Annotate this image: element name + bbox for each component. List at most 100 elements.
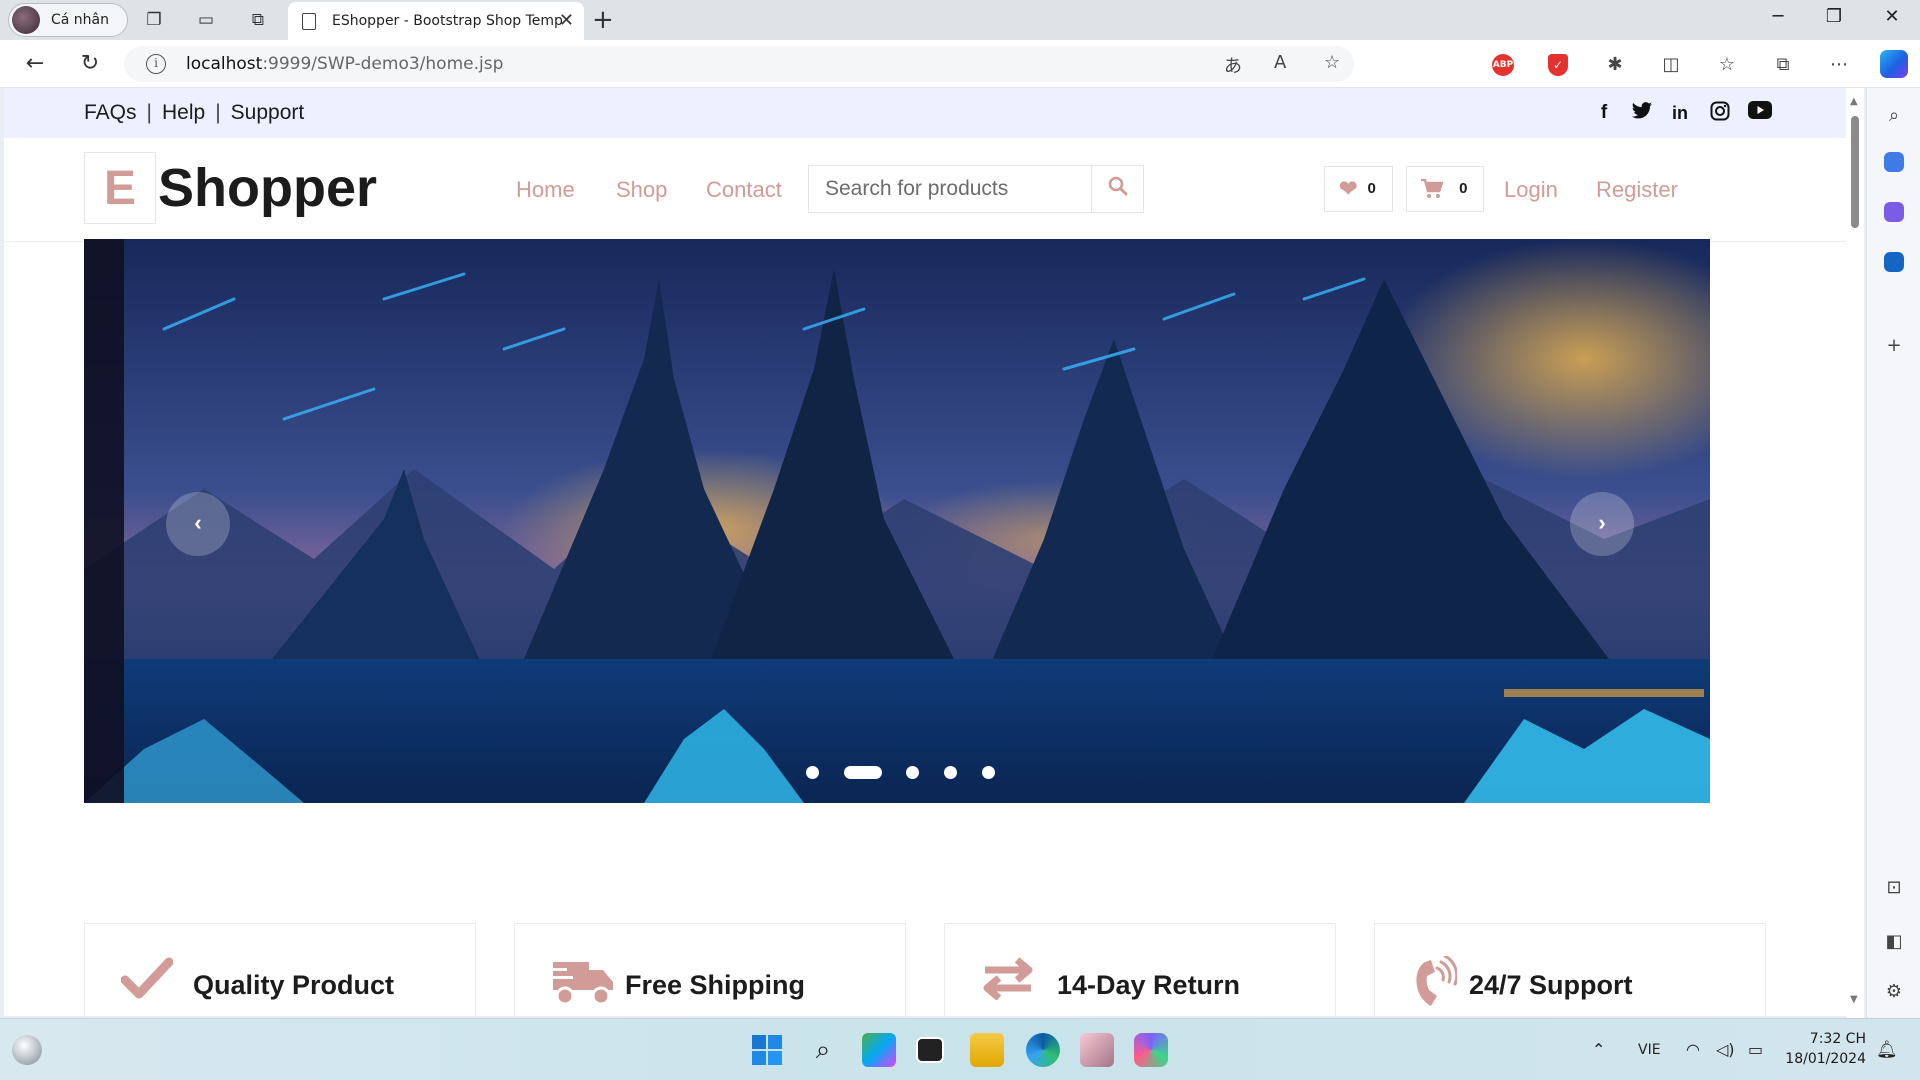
shield-extension-icon[interactable]: ✓: [1548, 54, 1568, 76]
nav-home[interactable]: Home: [516, 138, 575, 242]
clock-date: 18/01/2024: [1785, 1051, 1866, 1067]
carousel-prev-button[interactable]: ‹: [166, 492, 230, 556]
read-aloud-icon[interactable]: A: [1274, 52, 1286, 73]
search-button[interactable]: [1091, 166, 1143, 212]
logo-letter[interactable]: E: [84, 152, 156, 224]
url-text[interactable]: localhost:9999/SWP-demo3/home.jsp: [186, 46, 503, 82]
translate-icon[interactable]: あ: [1224, 52, 1242, 78]
shipping-truck-icon: [551, 956, 615, 1016]
start-windows-icon[interactable]: [750, 1033, 784, 1067]
notification-bell-icon[interactable]: 🔔︎: [1876, 1019, 1898, 1080]
back-icon[interactable]: ←: [20, 50, 50, 78]
wishlist-button[interactable]: ❤ 0: [1324, 166, 1393, 212]
check-icon: [120, 956, 174, 1012]
split-screen-icon[interactable]: ◫: [1658, 52, 1684, 78]
app-avatar-icon[interactable]: [1080, 1033, 1114, 1067]
scrollbar-thumb[interactable]: [1851, 116, 1859, 228]
nav-contact[interactable]: Contact: [706, 138, 782, 242]
nav-shop[interactable]: Shop: [616, 138, 667, 242]
heart-icon: ❤: [1339, 176, 1358, 202]
search-input[interactable]: [809, 166, 1093, 212]
exchange-arrows-icon: [981, 956, 1035, 1012]
wishlist-count: 0: [1367, 180, 1376, 197]
tab-eshopper[interactable]: EShopper - Bootstrap Shop Temp ✕: [288, 2, 584, 40]
more-menu-icon[interactable]: ⋯: [1826, 52, 1852, 78]
web-page: FAQs | Help | Support f in E Shopper Home Sh…: [4, 88, 1846, 1016]
carousel-dot[interactable]: [906, 766, 919, 779]
outlook-icon[interactable]: [1884, 252, 1904, 272]
add-sidebar-app-icon[interactable]: +: [1880, 332, 1908, 360]
carousel-dot[interactable]: [982, 766, 995, 779]
help-link[interactable]: Help: [162, 101, 205, 124]
file-explorer-icon[interactable]: [970, 1033, 1004, 1067]
copilot-taskbar-icon[interactable]: [862, 1033, 896, 1067]
instagram-icon[interactable]: [1708, 101, 1732, 125]
carousel-dot[interactable]: [944, 766, 957, 779]
collections-tab-icon[interactable]: ⧉: [246, 8, 270, 32]
task-view-icon[interactable]: [916, 1037, 944, 1063]
favorites-icon[interactable]: ☆: [1714, 52, 1740, 78]
workspaces-icon[interactable]: ❐: [142, 8, 166, 32]
support-link[interactable]: Support: [231, 101, 305, 124]
carousel-next-button[interactable]: ›: [1570, 492, 1634, 556]
feature-shipping: Free Shipping: [514, 923, 906, 1016]
logo-text[interactable]: Shopper: [158, 148, 377, 228]
tab-actions-icon[interactable]: ▭: [194, 8, 218, 32]
cart-button[interactable]: 0: [1406, 166, 1485, 212]
battery-icon[interactable]: ▭: [1748, 1019, 1763, 1080]
site-info-icon[interactable]: i: [146, 54, 166, 74]
carousel-dot-active[interactable]: [844, 766, 882, 779]
address-bar[interactable]: i localhost:9999/SWP-demo3/home.jsp ☆ A …: [124, 46, 1354, 82]
main-navbar: E Shopper Home Shop Contact ❤0 0 Login R…: [4, 138, 1846, 242]
refresh-icon[interactable]: ↻: [75, 50, 105, 78]
collections-icon[interactable]: ⧉: [1770, 52, 1796, 78]
feature-label: 14-Day Return: [1057, 970, 1241, 1000]
search-taskbar-icon[interactable]: ⌕: [806, 1033, 840, 1067]
settings-gear-icon[interactable]: ⚙: [1880, 978, 1908, 1006]
favorite-star-icon[interactable]: ☆: [1324, 52, 1340, 73]
hide-sidebar-icon[interactable]: ◧: [1880, 928, 1908, 956]
cart-count: 0: [1459, 180, 1468, 197]
tools-icon[interactable]: [1884, 202, 1904, 222]
faqs-link[interactable]: FAQs: [84, 101, 137, 124]
wifi-icon[interactable]: ◠: [1686, 1019, 1700, 1080]
app-hexagon-icon[interactable]: [1134, 1033, 1168, 1067]
scroll-down-arrow-icon[interactable]: ▼: [1850, 994, 1858, 1005]
feature-support: 24/7 Support: [1374, 923, 1766, 1016]
new-tab-button[interactable]: +: [592, 6, 614, 34]
scroll-up-arrow-icon[interactable]: ▲: [1850, 96, 1858, 107]
clock[interactable]: 7:32 CH 18/01/2024: [1782, 1029, 1866, 1069]
minimize-icon[interactable]: ─: [1758, 6, 1798, 27]
address-toolbar: ← ↻ i localhost:9999/SWP-demo3/home.jsp …: [0, 40, 1920, 88]
login-link[interactable]: Login: [1504, 138, 1558, 242]
adblock-plus-icon[interactable]: ABP: [1492, 54, 1514, 76]
browser-tab-strip: Cá nhân ❐ ▭ ⧉ EShopper - Bootstrap Shop …: [0, 0, 1920, 40]
restore-icon[interactable]: ❐: [1814, 6, 1854, 27]
close-window-icon[interactable]: ✕: [1872, 6, 1912, 27]
feature-label: Quality Product: [193, 970, 395, 1000]
linkedin-icon[interactable]: in: [1668, 101, 1692, 125]
language-indicator[interactable]: VIE: [1638, 1019, 1661, 1080]
show-hidden-icons-icon[interactable]: ⌃: [1592, 1019, 1605, 1080]
profile-label: Cá nhân: [51, 12, 110, 28]
feature-label: Free Shipping: [625, 970, 806, 1000]
twitter-icon[interactable]: [1630, 101, 1654, 125]
page-scrollbar[interactable]: ▲ ▼: [1846, 88, 1864, 1018]
close-tab-icon[interactable]: ✕: [559, 2, 574, 40]
youtube-icon[interactable]: [1748, 101, 1772, 125]
weather-widget-icon[interactable]: [12, 1035, 42, 1065]
volume-icon[interactable]: ◁): [1716, 1019, 1735, 1080]
shopping-tag-icon[interactable]: [1884, 152, 1904, 172]
copilot-icon[interactable]: [1880, 50, 1908, 78]
carousel-dot[interactable]: [806, 766, 819, 779]
search-sidebar-icon[interactable]: ⌕: [1880, 102, 1908, 130]
profile-avatar: [12, 6, 40, 34]
screenshot-icon[interactable]: ⊡: [1880, 874, 1908, 902]
edge-browser-icon[interactable]: [1026, 1033, 1060, 1067]
register-link[interactable]: Register: [1596, 138, 1678, 242]
search-box: [808, 165, 1144, 213]
windows-taskbar: ⌕ ⌃ VIE ◠ ◁) ▭ 7:32 CH 18/01/2024 🔔︎: [0, 1018, 1920, 1080]
extensions-icon[interactable]: ✱: [1602, 52, 1628, 78]
profile-button[interactable]: Cá nhân: [8, 3, 129, 37]
facebook-icon[interactable]: f: [1592, 101, 1616, 125]
